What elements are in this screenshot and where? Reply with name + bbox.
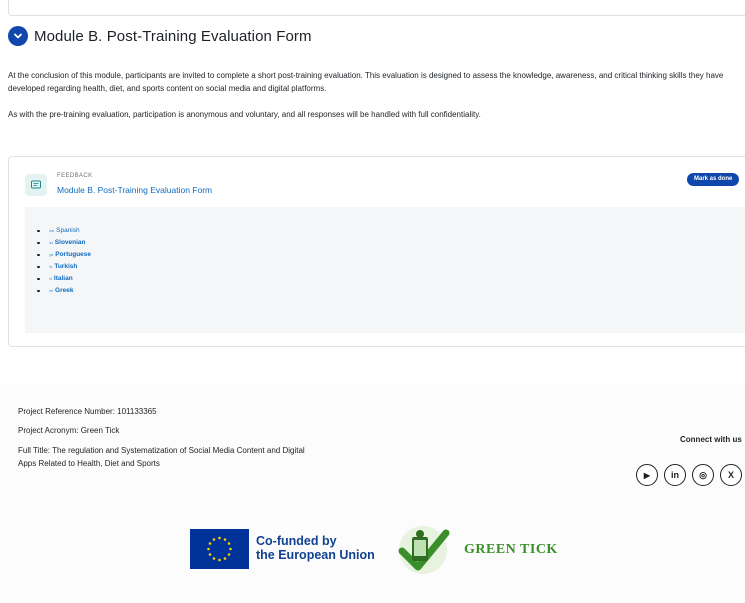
section-description: At the conclusion of this module, partic… <box>8 71 724 93</box>
language-code: es <box>49 228 55 233</box>
language-item[interactable]: el Greek <box>37 285 91 297</box>
section-header: Module B. Post-Training Evaluation Form <box>8 26 312 46</box>
project-full-title: Full Title: The regulation and Systemati… <box>18 446 305 455</box>
youtube-icon[interactable]: ▶ <box>636 464 658 486</box>
language-code: pt <box>49 252 54 257</box>
language-code: tr <box>49 264 53 269</box>
language-item[interactable]: it Italian <box>37 273 91 285</box>
language-name: Greek <box>55 287 74 294</box>
language-item[interactable]: tr Turkish <box>37 261 91 273</box>
project-reference: Project Reference Number: 101133365 <box>18 407 157 416</box>
green-tick-logo <box>394 521 452 579</box>
x-icon[interactable]: X <box>720 464 742 486</box>
previous-activity-card <box>8 0 745 16</box>
language-links-box: es Spanish sl Slovenian pt Portuguese tr Tur… <box>25 207 745 333</box>
linkedin-icon[interactable]: in <box>664 464 686 486</box>
mark-as-done-button[interactable]: Mark as done <box>687 173 740 186</box>
chevron-down-icon <box>14 33 22 39</box>
page-footer: Project Reference Number: 101133365 Proj… <box>0 384 745 603</box>
language-item[interactable]: sl Slovenian <box>37 237 91 249</box>
project-full-title-cont: Apps Related to Health, Diet and Sports <box>18 459 160 468</box>
language-name: Turkish <box>54 263 78 270</box>
language-code: el <box>49 288 54 293</box>
language-name: Italian <box>53 275 73 282</box>
language-list: es Spanish sl Slovenian pt Portuguese tr Tur… <box>37 225 91 297</box>
eu-flag-logo <box>190 529 249 569</box>
language-item[interactable]: es Spanish <box>37 225 91 237</box>
eu-cofunded-text: Co-funded by the European Union <box>256 534 375 562</box>
connect-label: Connect with us <box>680 435 742 444</box>
language-item[interactable]: pt Portuguese <box>37 249 91 261</box>
language-code: sl <box>49 240 53 245</box>
language-name: Slovenian <box>54 239 86 246</box>
green-tick-name: GREEN TICK <box>464 542 558 557</box>
feedback-activity-card: FEEDBACK Module B. Post-Training Evaluat… <box>8 156 745 347</box>
feedback-icon <box>25 174 47 196</box>
language-name: Portuguese <box>55 251 92 258</box>
section-description-confidentiality: As with the pre-training evaluation, par… <box>8 110 481 119</box>
language-name: Spanish <box>56 227 80 234</box>
activity-link[interactable]: Module B. Post-Training Evaluation Form <box>57 185 212 195</box>
project-acronym: Project Acronym: Green Tick <box>18 426 120 435</box>
language-code: it <box>49 276 52 281</box>
instagram-icon[interactable]: ◎ <box>692 464 714 486</box>
section-title: Module B. Post-Training Evaluation Form <box>34 27 312 45</box>
collapse-section-button[interactable] <box>8 26 28 46</box>
activity-type-label: FEEDBACK <box>57 173 93 179</box>
